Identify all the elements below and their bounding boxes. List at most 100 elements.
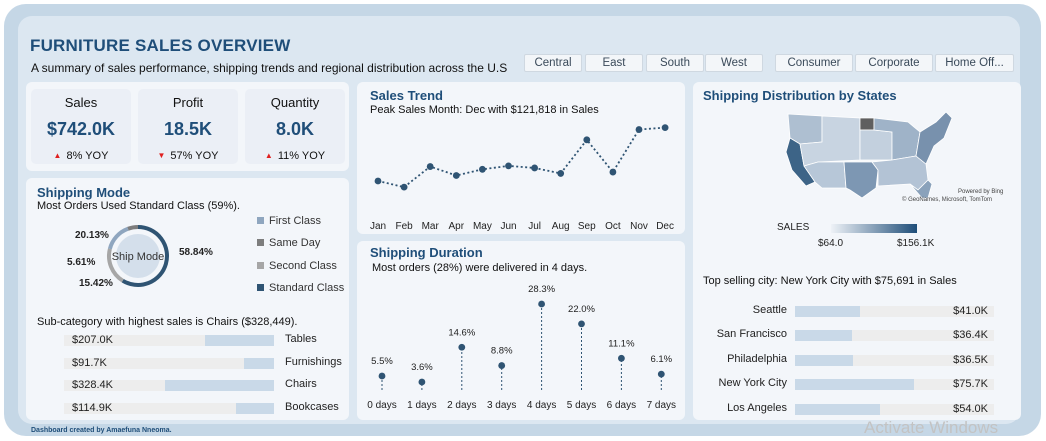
subcategory-bar-track: $91.7K [64, 356, 274, 369]
duration-value-label: 22.0% [568, 304, 595, 315]
city-bar-los-angeles [795, 403, 881, 415]
duration-point-4 [538, 300, 545, 308]
subcategory-bar-track: $207.0K [64, 334, 274, 346]
subcategory-bar-track: $114.9K [64, 401, 274, 414]
sales-trend-point-mar [426, 163, 434, 170]
sales-trend-month-label: Aug [552, 221, 570, 232]
map-legend-min: $64.0 [818, 238, 844, 249]
subcategory-bar-track: $328.4K [64, 379, 274, 392]
map-region-texas [843, 161, 879, 199]
page-subtitle: A summary of sales performance, shipping… [31, 61, 508, 75]
map-title: Shipping Distribution by States [703, 88, 897, 103]
subcategory-value-label: $328.4K [72, 379, 113, 392]
subcategory-bar-chairs [164, 380, 274, 392]
donut-label-second: 20.13% [75, 230, 109, 241]
legend-standard-class[interactable]: Standard Class [257, 282, 344, 294]
duration-point-2 [458, 343, 466, 351]
subcategory-name-label: Bookcases [285, 400, 339, 413]
sales-trend-point-jan [374, 177, 382, 185]
map-region-plains [859, 129, 893, 161]
ship-mode-donut-chart: Ship Mode 58.84% 20.13% 5.61% 15.42% [67, 225, 213, 289]
legend-label: First Class [269, 215, 321, 227]
map-region-north-dakota [859, 117, 875, 131]
slicer-region-east[interactable]: East [585, 54, 643, 72]
city-bar-san-francisco [795, 330, 853, 342]
sales-trend-point-nov [635, 126, 643, 133]
donut-label-standard: 58.84% [179, 247, 213, 258]
sales-trend-month-label: Feb [395, 221, 413, 232]
subcategory-bar-furnishings [243, 357, 274, 369]
duration-point-1 [418, 378, 426, 386]
shipping-duration-title: Shipping Duration [370, 245, 483, 260]
kpi-profit: Profit 18.5K ▼ 57% YOY [138, 89, 238, 164]
duration-category-label: 6 days [607, 400, 636, 411]
city-bar-track: $36.4K [795, 329, 994, 342]
kpi-profit-label: Profit [172, 95, 204, 110]
duration-value-label: 8.8% [491, 346, 513, 357]
map-attribution-bing: Powered by Bing [958, 189, 1004, 195]
map-legend-max: $156.1K [897, 238, 935, 249]
slicer-segment-consumer[interactable]: Consumer [775, 54, 853, 72]
duration-category-label: 1 days [407, 400, 436, 411]
duration-value-label: 14.6% [448, 327, 475, 338]
duration-value-label: 3.6% [411, 362, 433, 373]
city-value-label: $75.7K [953, 378, 988, 391]
slicer-segment-corporate[interactable]: Corporate [855, 54, 933, 72]
kpi-profit-yoy-text: 57% YOY [170, 150, 219, 162]
duration-point-5 [578, 320, 585, 328]
sales-trend-point-feb [400, 183, 408, 191]
sales-trend-month-label: Mar [422, 221, 440, 232]
legend-first-class[interactable]: First Class [257, 215, 321, 227]
sales-trend-title: Sales Trend [370, 88, 443, 103]
sales-trend-line [377, 126, 666, 189]
city-bar-philadelphia [795, 354, 853, 366]
city-bar-track: $41.0K [795, 305, 994, 317]
duration-value-label: 28.3% [528, 284, 555, 295]
donut-label-sameday: 5.61% [67, 257, 95, 268]
duration-category-label: 0 days [367, 400, 396, 411]
sales-trend-point-dec [661, 124, 669, 132]
city-bar-seattle [795, 306, 860, 317]
map-region-south [871, 155, 929, 191]
duration-point-0 [378, 372, 386, 380]
slicer-segment-home-office[interactable]: Home Off... [935, 54, 1014, 72]
subcategory-value-label: $114.9K [72, 401, 113, 414]
subcategory-bar-tables [205, 335, 274, 346]
city-name-label: Seattle [752, 304, 787, 316]
duration-point-3 [498, 362, 506, 369]
duration-value-label: 11.1% [608, 338, 635, 349]
legend-same-day[interactable]: Same Day [257, 237, 320, 249]
city-value-label: $36.4K [953, 329, 988, 342]
slicer-region-central[interactable]: Central [524, 54, 582, 72]
legend-swatch [257, 239, 264, 246]
city-name-label: Los Angeles [727, 401, 787, 414]
duration-point-7 [657, 370, 665, 378]
sales-trend-point-oct [609, 168, 617, 176]
shipping-mode-title: Shipping Mode [37, 185, 131, 200]
city-value-label: $41.0K [953, 305, 988, 317]
legend-label: Standard Class [269, 282, 345, 294]
subcategory-value-label: $91.7K [72, 356, 107, 369]
legend-second-class[interactable]: Second Class [257, 260, 337, 272]
city-bar-track: $54.0K [795, 403, 994, 415]
subcategory-value-label: $207.0K [72, 334, 113, 346]
slicer-region-south[interactable]: South [646, 54, 704, 72]
map-attribution-geonames: © GeoNames, Microsoft, TomTom [902, 197, 992, 203]
us-states-map[interactable] [760, 104, 960, 199]
city-name-label: New York City [718, 377, 787, 390]
map-region-northeast [915, 111, 953, 165]
duration-point-6 [618, 354, 625, 362]
city-name-label: San Francisco [716, 328, 787, 341]
subcategory-bar-bookcases [235, 402, 274, 414]
subcategory-note: Sub-category with highest sales is Chair… [37, 316, 298, 328]
subcategory-name-label: Tables [285, 333, 317, 345]
legend-swatch [257, 262, 264, 269]
duration-category-label: 2 days [447, 400, 476, 411]
sales-trend-month-label: Dec [656, 221, 674, 232]
sales-trend-line-chart: Jan Feb Mar Apr May Jun Jul Aug Sep Oct Nov Dec [370, 124, 674, 232]
slicer-region-west[interactable]: West [705, 54, 763, 72]
duration-value-label: 5.5% [371, 356, 393, 367]
sales-trend-month-label: Jul [528, 221, 541, 232]
donut-slice-sameday [127, 225, 139, 231]
legend-swatch [257, 284, 264, 291]
